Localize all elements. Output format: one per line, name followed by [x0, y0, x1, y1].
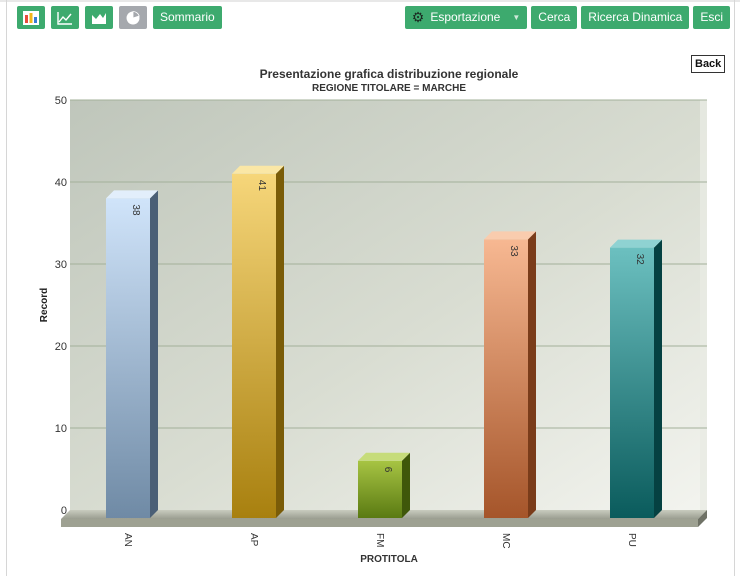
chart-subtitle: REGIONE TITOLARE = MARCHE — [312, 83, 466, 94]
bar-front — [484, 239, 528, 518]
y-axis-ticks: 01020304050 — [55, 95, 67, 517]
bar-pu: 32 — [610, 239, 662, 518]
plot-right-wall — [700, 100, 707, 517]
y-tick-label: 20 — [55, 341, 67, 353]
x-tick-label: FM — [374, 533, 385, 547]
x-axis-ticks: AN AP FM MC PU — [122, 533, 637, 549]
bar-front — [232, 173, 276, 519]
bar-an: 38 — [106, 190, 158, 518]
bar-top — [358, 452, 410, 461]
bar-front — [106, 198, 150, 518]
bar-top — [106, 190, 158, 199]
y-tick-label: 50 — [55, 95, 67, 107]
bar-front — [358, 460, 402, 518]
x-tick-label: AP — [248, 533, 259, 547]
data-label: 33 — [508, 245, 519, 257]
bar-chart: Presentazione grafica distribuzione regi… — [39, 67, 707, 565]
x-tick-label: AN — [122, 533, 133, 547]
bar-mc: 33 — [484, 231, 536, 518]
y-tick-label: 30 — [55, 259, 67, 271]
bar-side — [150, 190, 158, 518]
y-axis-label: Record — [39, 288, 50, 322]
data-label: 32 — [634, 254, 645, 266]
bar-side — [276, 165, 284, 519]
x-tick-label: MC — [500, 533, 511, 549]
data-label: 6 — [382, 467, 393, 473]
x-axis-label: PROTITOLA — [360, 554, 418, 565]
bar-fm: 6 — [358, 452, 410, 518]
bar-side — [402, 452, 410, 518]
data-label: 41 — [256, 180, 267, 192]
y-tick-label: 40 — [55, 177, 67, 189]
bar-top — [610, 239, 662, 248]
chart-floor-front — [61, 519, 698, 527]
bar-side — [528, 231, 536, 518]
bar-top — [484, 231, 536, 240]
bar-ap: 41 — [232, 165, 284, 519]
bar-top — [232, 165, 284, 174]
y-tick-label: 10 — [55, 423, 67, 435]
bar-front — [610, 247, 654, 518]
x-tick-label: PU — [626, 533, 637, 547]
chart-title: Presentazione grafica distribuzione regi… — [260, 67, 519, 81]
data-label: 38 — [130, 204, 141, 216]
bar-side — [654, 239, 662, 518]
